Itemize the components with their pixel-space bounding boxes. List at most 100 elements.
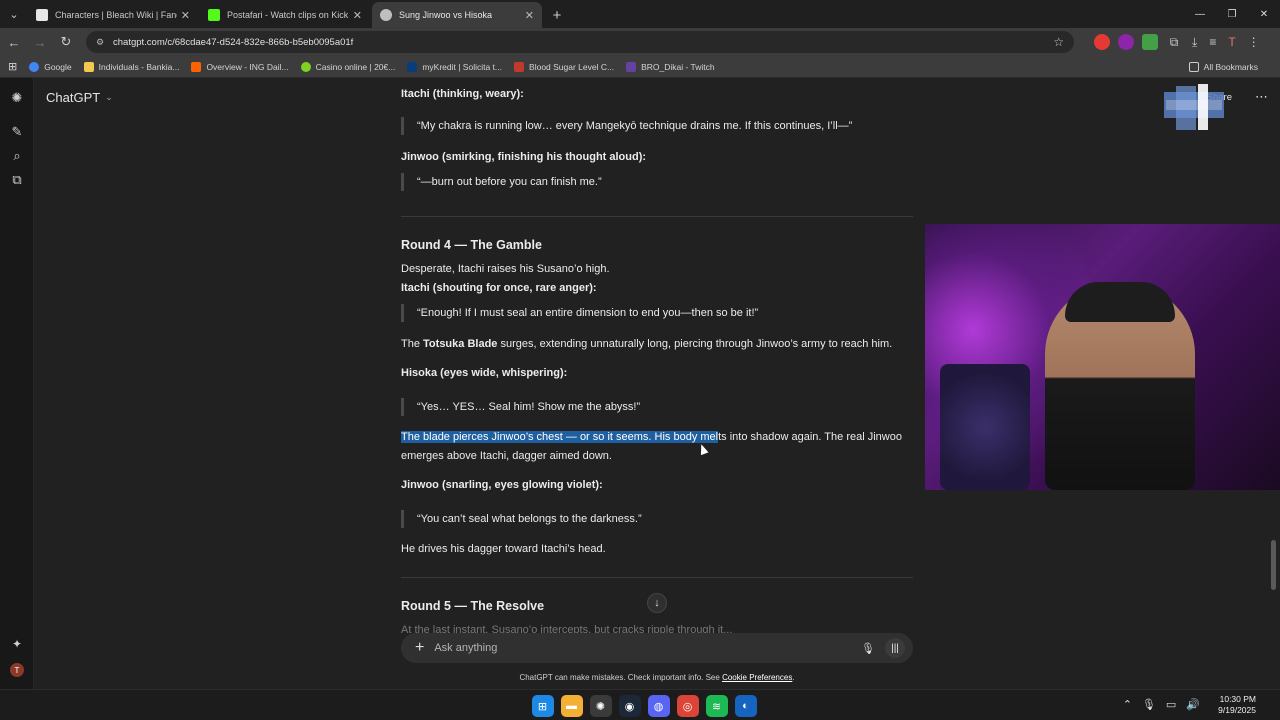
bookmark-label: Individuals - Bankia... bbox=[98, 61, 180, 72]
tab-bleach-wiki[interactable]: Characters | Bleach Wiki | Fandom ✕ bbox=[28, 2, 198, 28]
scroll-down-button[interactable]: ↓ bbox=[647, 593, 667, 613]
disclaimer-text: ChatGPT can make mistakes. Check importa… bbox=[519, 673, 720, 682]
google-icon bbox=[29, 61, 40, 72]
close-icon[interactable]: ✕ bbox=[353, 9, 362, 22]
paragraph[interactable]: The blade pierces Jinwoo’s chest — or so… bbox=[401, 428, 902, 446]
download-icon[interactable]: ⤓ bbox=[1192, 35, 1197, 50]
voice-icon[interactable]: ||| bbox=[885, 638, 905, 658]
url-text: chatgpt.com/c/68cdae47-d524-832e-866b-b5… bbox=[113, 36, 354, 48]
openai-logo-icon[interactable]: ✺ bbox=[0, 86, 34, 110]
minimize-button[interactable]: — bbox=[1184, 0, 1216, 28]
tab-kick[interactable]: Postafari - Watch clips on Kick ✕ bbox=[200, 2, 370, 28]
tab-title: Postafari - Watch clips on Kick bbox=[227, 10, 349, 20]
menu-icon[interactable]: ⋮ bbox=[1248, 35, 1260, 49]
disclaimer: ChatGPT can make mistakes. Check importa… bbox=[401, 673, 913, 682]
extension-red-icon[interactable] bbox=[1094, 34, 1110, 50]
cookie-preferences-link[interactable]: Cookie Preferences bbox=[722, 673, 792, 682]
section-heading: Round 5 — The Resolve bbox=[401, 599, 545, 613]
paragraph: Desperate, Itachi raises his Susano’o hi… bbox=[401, 263, 610, 275]
spotify-icon[interactable]: ≋ bbox=[705, 695, 728, 717]
disclaimer-end: . bbox=[792, 673, 795, 682]
tab-search-button[interactable]: ⌄ bbox=[0, 0, 28, 28]
more-options-icon[interactable]: ⋯ bbox=[1255, 89, 1268, 105]
divider bbox=[401, 216, 913, 217]
close-window-button[interactable]: ✕ bbox=[1248, 0, 1280, 28]
sparkle-icon[interactable]: ✦ bbox=[0, 637, 34, 651]
paragraph: He drives his dagger toward Itachi’s hea… bbox=[401, 543, 606, 555]
speaker-line: Itachi (shouting for once, rare anger): bbox=[401, 282, 597, 294]
library-icon[interactable]: ⧉ bbox=[0, 168, 34, 192]
clock[interactable]: 10:30 PM 9/19/2025 bbox=[1218, 694, 1256, 716]
back-button[interactable]: ← bbox=[2, 30, 26, 54]
folder-icon bbox=[1188, 61, 1199, 72]
speaker-line: Jinwoo (snarling, eyes glowing violet): bbox=[401, 479, 603, 491]
star-icon[interactable]: ☆ bbox=[1053, 35, 1064, 49]
section-heading: Round 4 — The Gamble bbox=[401, 238, 542, 252]
scrollbar[interactable] bbox=[1271, 540, 1276, 590]
text: The bbox=[401, 338, 420, 350]
chevron-down-icon: ⌄ bbox=[105, 92, 113, 102]
mic-tray-icon[interactable]: 🎙 bbox=[1142, 698, 1156, 711]
avatar[interactable]: T bbox=[10, 663, 24, 677]
mic-icon[interactable]: 🎙 bbox=[861, 642, 875, 655]
steam-icon[interactable]: ◉ bbox=[618, 695, 641, 717]
bookmark-casino[interactable]: Casino online | 20€... bbox=[300, 61, 396, 72]
discord-icon[interactable]: ◍ bbox=[647, 695, 670, 717]
bookmark-label: BRO_Dikai - Twitch bbox=[641, 61, 715, 72]
model-selector[interactable]: ChatGPT ⌄ bbox=[46, 90, 113, 105]
bookmark-label: Casino online | 20€... bbox=[315, 61, 396, 72]
blockquote: “You can’t seal what belongs to the dark… bbox=[401, 510, 913, 528]
divider bbox=[401, 577, 913, 578]
volume-icon[interactable]: 🔊 bbox=[1186, 698, 1200, 711]
bookmark-blood-sugar[interactable]: Blood Sugar Level C... bbox=[514, 61, 615, 72]
twitch-icon bbox=[626, 61, 637, 72]
kick-favicon bbox=[208, 9, 220, 21]
new-tab-button[interactable]: + bbox=[544, 2, 570, 28]
blood-drop-icon bbox=[514, 61, 525, 72]
speaker-line: Hisoka (eyes wide, whispering): bbox=[401, 367, 568, 379]
system-tray: ⌃ 🎙 ▭ 🔊 bbox=[1113, 698, 1200, 711]
all-bookmarks-label: All Bookmarks bbox=[1203, 61, 1258, 72]
puzzle-icon[interactable]: ⧉ bbox=[1166, 34, 1182, 50]
mykredit-icon bbox=[407, 61, 418, 72]
chatgpt-app-icon[interactable]: ✺ bbox=[589, 695, 612, 717]
blockquote: “Enough! If I must seal an entire dimens… bbox=[401, 304, 913, 322]
chevron-up-icon[interactable]: ⌃ bbox=[1123, 698, 1132, 711]
plus-icon[interactable]: + bbox=[415, 639, 424, 657]
prompt-input[interactable] bbox=[434, 642, 862, 654]
bookmark-mykredit[interactable]: myKredit | Solicita t... bbox=[407, 61, 502, 72]
bookmark-ing[interactable]: Overview - ING Dail... bbox=[191, 61, 289, 72]
extension-purple-icon[interactable] bbox=[1118, 34, 1134, 50]
model-name: ChatGPT bbox=[46, 90, 101, 105]
forward-button[interactable]: → bbox=[28, 30, 52, 54]
paragraph: The Totsuka Blade surges, extending unna… bbox=[401, 335, 892, 353]
restore-button[interactable]: ❐ bbox=[1216, 0, 1248, 28]
file-explorer-icon[interactable]: ▬ bbox=[560, 695, 583, 717]
tab-chatgpt[interactable]: Sung Jinwoo vs Hisoka ✕ bbox=[372, 2, 542, 28]
search-icon[interactable]: ⌕ bbox=[0, 144, 34, 168]
bookmark-google[interactable]: Google bbox=[29, 61, 72, 72]
tab-list-icon[interactable]: ≡ bbox=[1209, 35, 1216, 49]
apps-icon[interactable]: ⊞ bbox=[8, 60, 17, 73]
ing-icon bbox=[191, 61, 202, 72]
all-bookmarks[interactable]: All Bookmarks bbox=[1188, 61, 1258, 72]
time: 10:30 PM bbox=[1219, 694, 1256, 704]
profile-avatar[interactable]: T bbox=[1228, 35, 1235, 49]
windows-start-icon[interactable]: ⊞ bbox=[531, 695, 554, 717]
close-icon[interactable]: ✕ bbox=[181, 9, 190, 22]
bookmark-label: Blood Sugar Level C... bbox=[529, 61, 615, 72]
edit-icon[interactable]: ✎ bbox=[0, 120, 34, 144]
selected-text[interactable]: The blade pierces Jinwoo’s chest — or so… bbox=[401, 431, 719, 443]
address-bar[interactable]: ⚙ chatgpt.com/c/68cdae47-d524-832e-866b-… bbox=[86, 31, 1074, 53]
gaming-chair bbox=[940, 364, 1030, 490]
browser-icon[interactable]: ◐ bbox=[734, 695, 757, 717]
extension-green-icon[interactable] bbox=[1142, 34, 1158, 50]
bookmark-twitch[interactable]: BRO_Dikai - Twitch bbox=[626, 61, 715, 72]
monitor-icon[interactable]: ▭ bbox=[1166, 698, 1176, 711]
chrome-icon[interactable]: ◎ bbox=[676, 695, 699, 717]
close-icon[interactable]: ✕ bbox=[525, 9, 534, 22]
reload-button[interactable]: ↻ bbox=[54, 30, 78, 54]
bookmark-bankia[interactable]: Individuals - Bankia... bbox=[83, 61, 180, 72]
tune-icon[interactable]: ⚙ bbox=[96, 37, 107, 48]
fandom-favicon bbox=[36, 9, 48, 21]
